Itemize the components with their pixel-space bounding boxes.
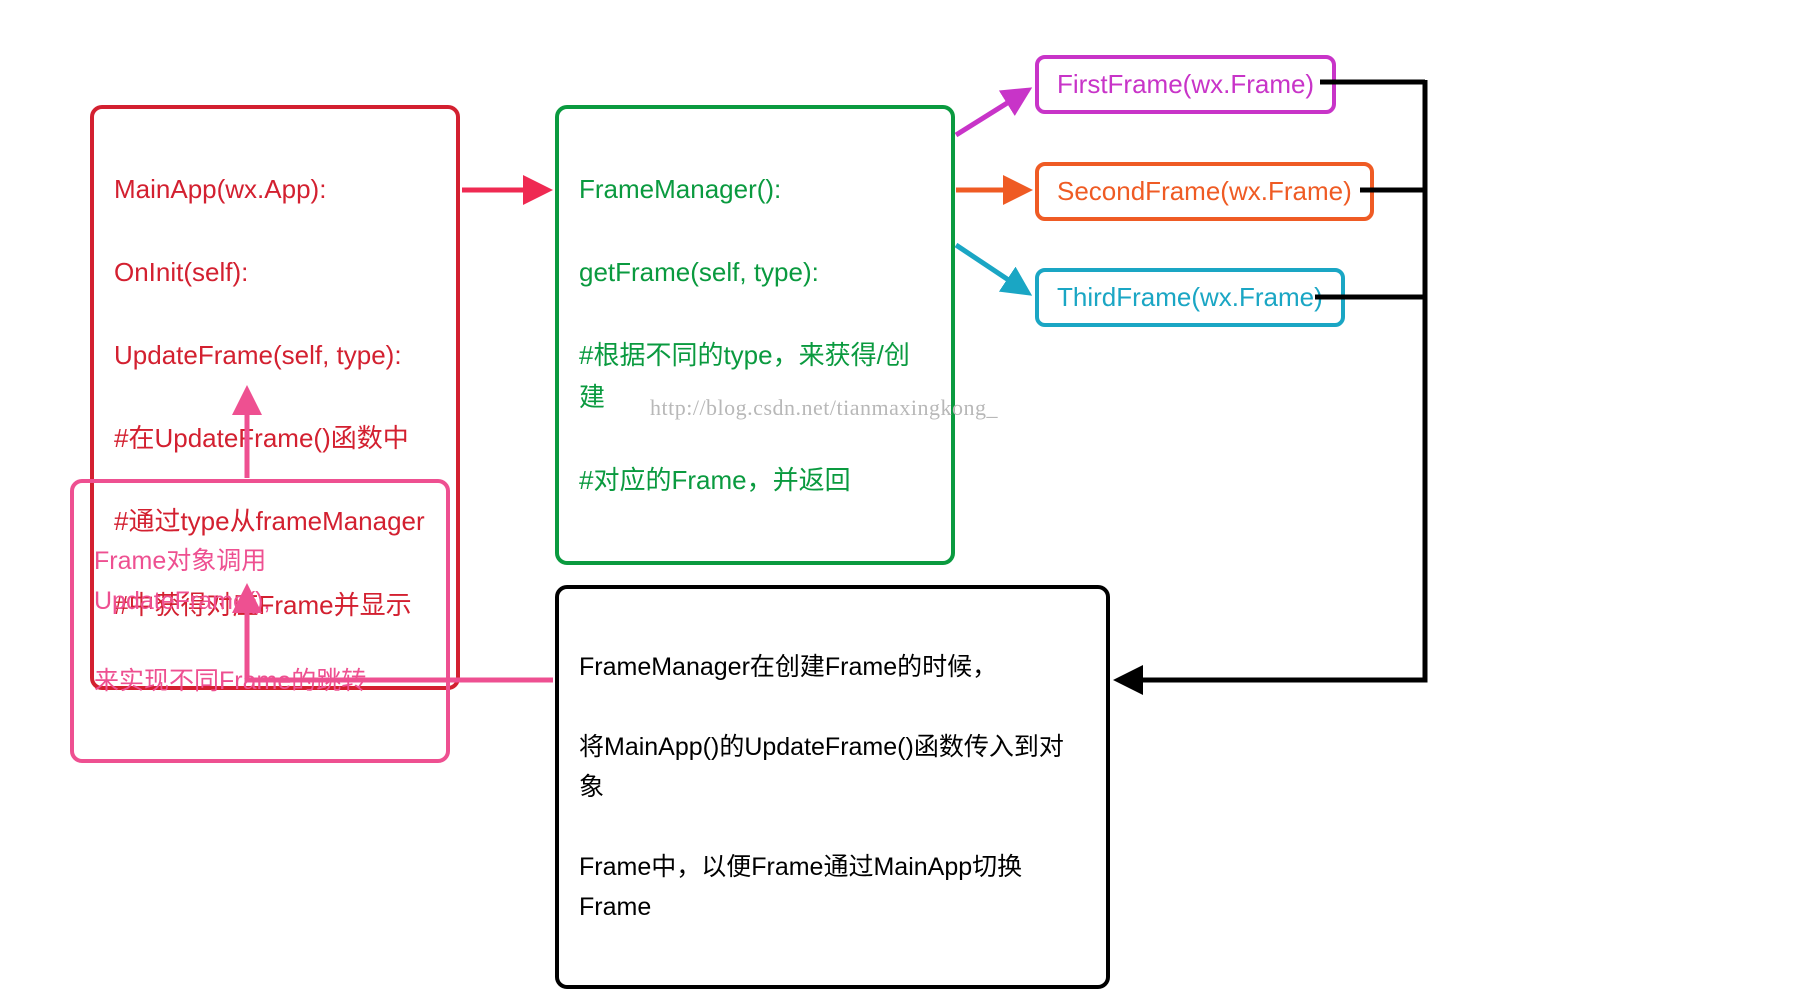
arrow-to-thirdframe xyxy=(956,245,1028,293)
framemanager-line1: getFrame(self, type): xyxy=(579,252,931,294)
mainapp-title: MainApp(wx.App): xyxy=(114,169,436,211)
update-note-line1: Frame对象调用UpdateFrame(), xyxy=(94,541,426,621)
manager-note-box: FrameManager在创建Frame的时候， 将MainApp()的Upda… xyxy=(555,585,1110,989)
update-note-box: Frame对象调用UpdateFrame(), 来实现不同Frame的跳转 xyxy=(70,479,450,763)
arrow-to-firstframe xyxy=(956,90,1028,135)
framemanager-title: FrameManager(): xyxy=(579,169,931,211)
mainapp-line2: UpdateFrame(self, type): xyxy=(114,335,436,377)
manager-note-line1: FrameManager在创建Frame的时候， xyxy=(579,647,1086,687)
framemanager-box: FrameManager(): getFrame(self, type): #根… xyxy=(555,105,955,565)
watermark-text: http://blog.csdn.net/tianmaxingkong_ xyxy=(650,395,998,421)
mainapp-line3: #在UpdateFrame()函数中 xyxy=(114,418,436,460)
update-note-line2: 来实现不同Frame的跳转 xyxy=(94,661,426,701)
thirdframe-box: ThirdFrame(wx.Frame) xyxy=(1035,268,1345,327)
framemanager-line3: #对应的Frame，并返回 xyxy=(579,460,931,502)
secondframe-box: SecondFrame(wx.Frame) xyxy=(1035,162,1374,221)
manager-note-line3: Frame中，以便Frame通过MainApp切换Frame xyxy=(579,847,1086,927)
mainapp-line1: OnInit(self): xyxy=(114,252,436,294)
firstframe-box: FirstFrame(wx.Frame) xyxy=(1035,55,1336,114)
manager-note-line2: 将MainApp()的UpdateFrame()函数传入到对象 xyxy=(579,727,1086,807)
